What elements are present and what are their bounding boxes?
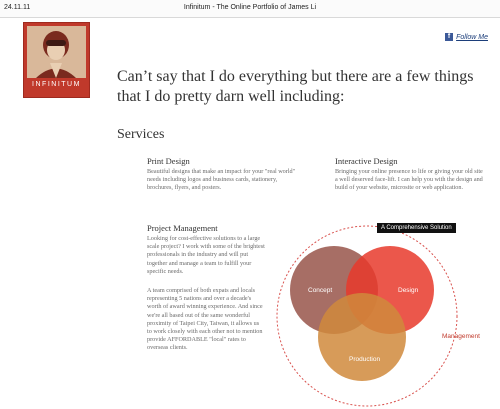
project-management-desc: Looking for cost-effective solutions to … — [147, 235, 265, 275]
services-venn-diagram — [276, 225, 458, 407]
logo-wordmark: INFINITUM — [32, 81, 81, 88]
infinitum-logo[interactable]: INFINITUM — [23, 22, 90, 98]
project-management-title: Project Management — [147, 223, 218, 233]
interactive-design-desc: Bringing your online presence to life or… — [335, 168, 483, 192]
print-design-desc: Beautiful designs that make an impact fo… — [147, 168, 296, 192]
page-title: Infinitum - The Online Portfolio of Jame… — [183, 4, 317, 11]
services-heading: Services — [117, 127, 165, 142]
production-circle — [318, 293, 406, 381]
design-label: Design — [398, 287, 419, 294]
print-design-title: Print Design — [147, 156, 190, 166]
management-label: Management — [442, 333, 480, 340]
comprehensive-solution-badge: A Comprehensive Solution — [377, 223, 456, 233]
interactive-design-title: Interactive Design — [335, 156, 398, 166]
follow-me-label: Follow Me — [456, 33, 488, 41]
production-label: Production — [349, 356, 381, 363]
concept-label: Concept — [308, 287, 333, 294]
intro-headline: Can’t say that I do everything but there… — [117, 68, 474, 105]
facebook-icon: f — [445, 33, 454, 41]
project-management-desc-2: A team comprised of both expats and loca… — [147, 287, 263, 352]
follow-me-link[interactable]: f Follow Me — [445, 33, 488, 41]
top-bar: 24.11.11 Infinitum - The Online Portfoli… — [0, 0, 500, 18]
